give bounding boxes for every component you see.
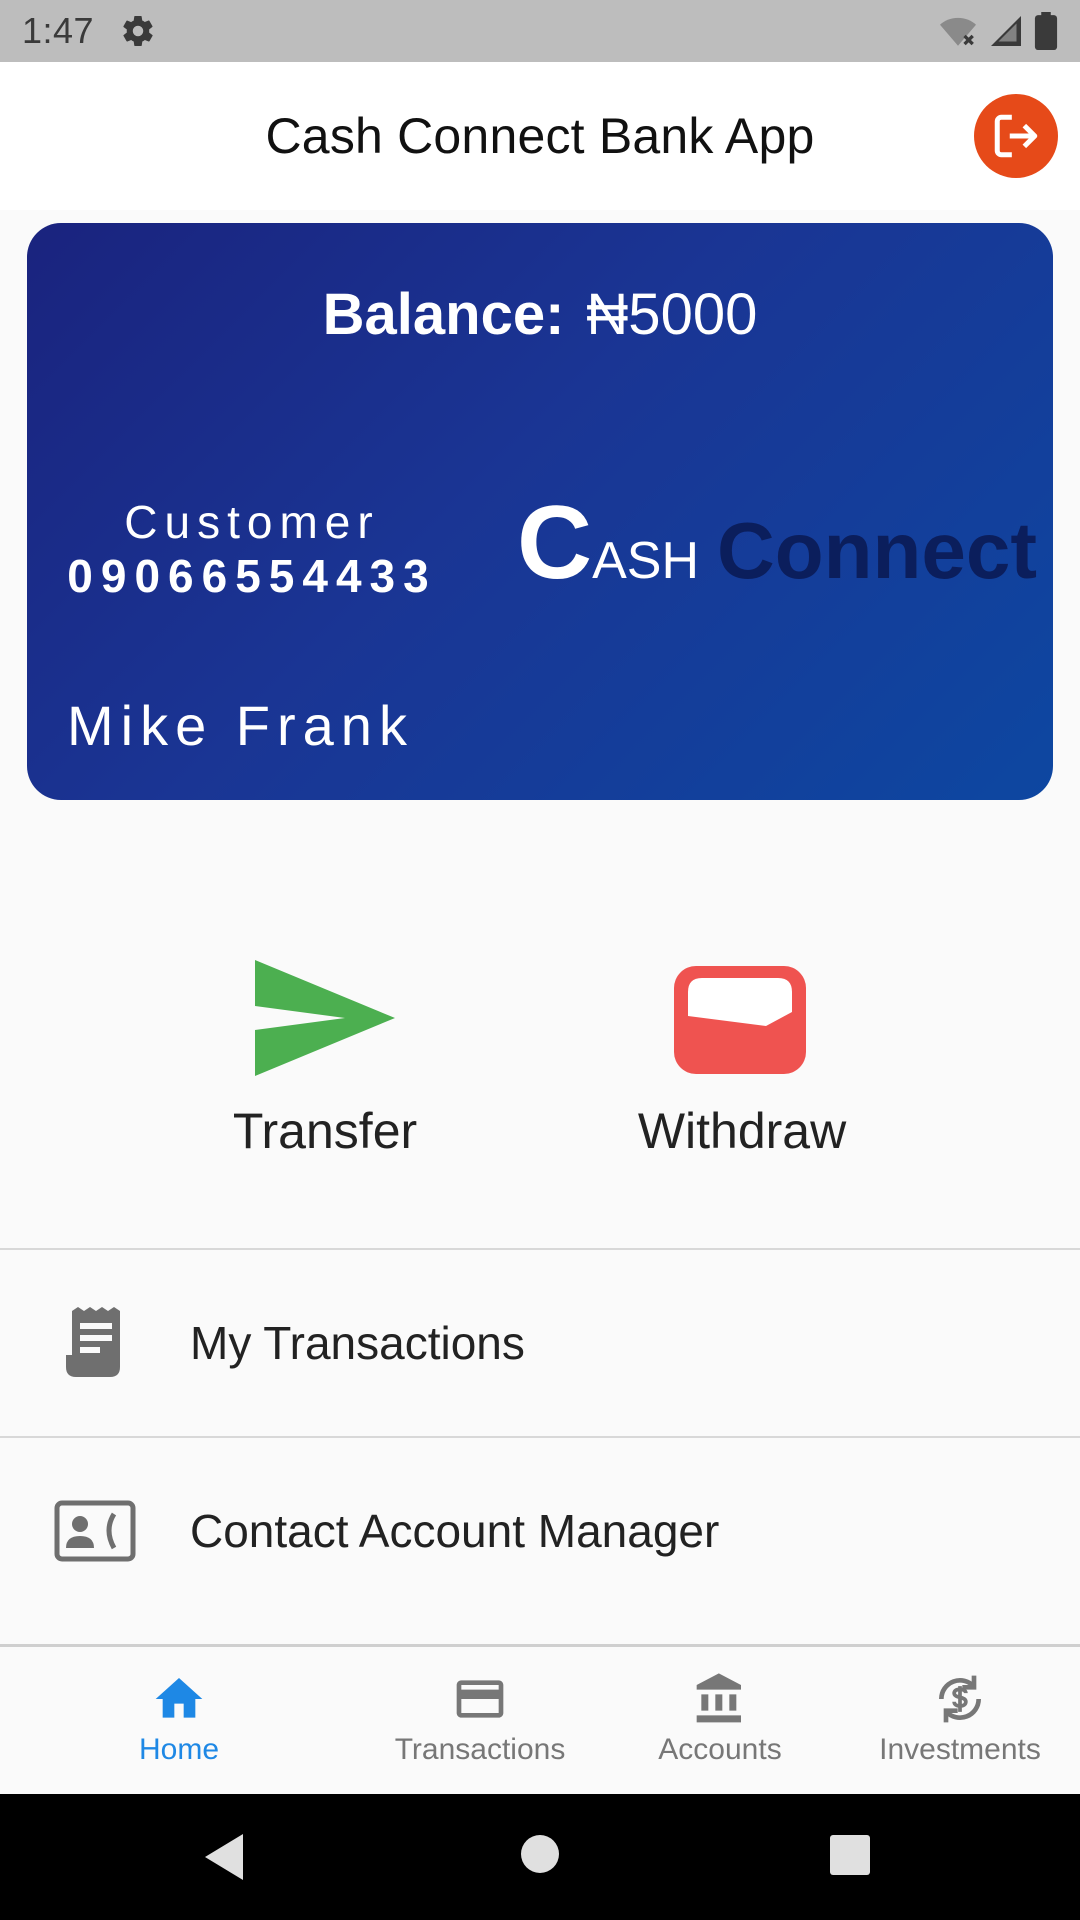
my-transactions-label: My Transactions [190,1317,525,1369]
bank-icon [696,1673,741,1723]
contact-phone-icon [0,1500,190,1562]
nav-transactions-label: Transactions [394,1733,566,1766]
withdraw-button[interactable]: Withdraw [592,960,892,1160]
nav-home[interactable]: Home [59,1671,299,1767]
cardholder-name: Mike Frank [67,694,414,757]
battery-icon [1034,12,1058,50]
balance-card: Balance: ₦5000 Customer 09066554433 C ASH… [27,223,1053,800]
nav-accounts-label: Accounts [658,1733,782,1766]
app-bar: Cash Connect Bank App [0,62,1080,210]
settings-gear-icon [120,13,156,49]
brand-logo: C ASH Connect [517,491,1037,597]
logout-icon [994,114,1038,158]
customer-account-number: 09066554433 [67,550,437,602]
app-title: Cash Connect Bank App [265,108,815,164]
status-icons [938,12,1058,50]
brand-ash: ASH [592,532,700,590]
bottom-navigation: Home Transactions Accounts Investments [0,1644,1080,1794]
nav-accounts[interactable]: Accounts [600,1671,840,1767]
nav-home-label: Home [138,1733,220,1766]
system-navigation-bar [0,1794,1080,1920]
status-bar: 1:47 [0,0,1080,62]
balance: Balance: ₦5000 [27,281,1053,348]
wifi-off-icon [940,17,976,46]
wallet-icon [674,966,806,1074]
home-icon [155,1678,203,1718]
send-icon [255,960,395,1076]
logout-button[interactable] [974,94,1058,178]
brand-connect: Connect [717,506,1038,595]
nav-investments[interactable]: Investments [840,1671,1080,1767]
nav-investments-label: Investments [879,1733,1041,1766]
list-item-contact-manager[interactable]: Contact Account Manager [0,1436,1080,1624]
menu-list: My Transactions Contact Account Manager [0,1248,1080,1624]
brand-c: C [517,485,593,601]
nav-transactions[interactable]: Transactions [360,1671,600,1767]
currency-exchange-icon [939,1675,981,1723]
balance-label: Balance: [322,282,565,347]
quick-actions: Transfer Withdraw [0,960,1080,1180]
balance-value: ₦5000 [586,282,758,347]
signal-icon [991,16,1021,46]
customer-label: Customer [124,496,380,548]
home-circle-icon[interactable] [520,1834,560,1874]
receipt-icon [0,1307,190,1379]
status-time: 1:47 [22,10,95,51]
list-item-my-transactions[interactable]: My Transactions [0,1248,1080,1436]
credit-card-icon [456,1680,504,1718]
recents-icon[interactable] [830,1835,870,1875]
transfer-button[interactable]: Transfer [175,960,475,1160]
transfer-label: Transfer [232,1103,418,1159]
contact-manager-label: Contact Account Manager [190,1505,720,1557]
withdraw-label: Withdraw [637,1103,847,1159]
back-icon[interactable] [205,1834,245,1880]
